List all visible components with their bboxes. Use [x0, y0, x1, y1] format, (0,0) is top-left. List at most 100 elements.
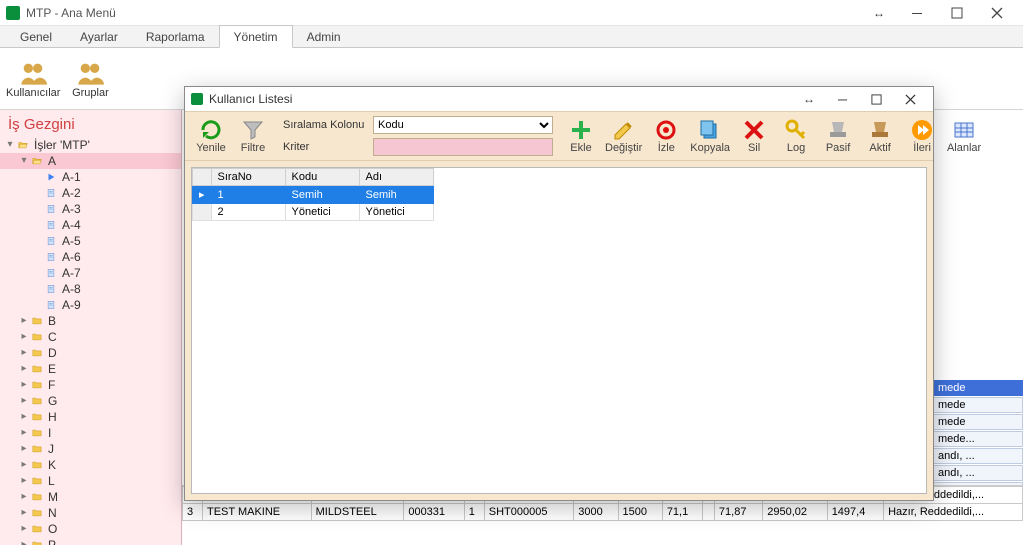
tree-expander[interactable]: ▸	[18, 537, 30, 545]
folder-icon	[30, 395, 44, 407]
folder-icon	[30, 475, 44, 487]
toolbar-ekle-button[interactable]: Ekle	[561, 116, 601, 156]
tree-letter-b[interactable]: ▸B	[0, 313, 181, 329]
tree-expander[interactable]: ▸	[18, 505, 30, 521]
menutab-admin[interactable]: Admin	[293, 26, 355, 47]
tree-expander[interactable]: ▸	[18, 345, 30, 361]
toolbar-log-button[interactable]: Log	[776, 116, 816, 156]
tree-item-a-2[interactable]: A-2	[0, 185, 181, 201]
tree-letter-h[interactable]: ▸H	[0, 409, 181, 425]
ribbon-kullanicilar-button[interactable]: Kullanıcılar	[6, 52, 60, 105]
menutab-ayarlar[interactable]: Ayarlar	[66, 26, 132, 47]
dialog-close-button[interactable]	[893, 88, 927, 110]
tree-expander[interactable]: ▸	[18, 489, 30, 505]
tree-letter-g[interactable]: ▸G	[0, 393, 181, 409]
maximize-button[interactable]	[937, 0, 977, 26]
tree-expander[interactable]: ▸	[18, 377, 30, 393]
tree-item-a-8[interactable]: A-8	[0, 281, 181, 297]
tree-expander[interactable]: ▸	[18, 521, 30, 537]
criteria-input[interactable]	[373, 138, 553, 156]
user-list-dialog: Kullanıcı Listesi ↔ Yenile Filtre Sıralam…	[184, 86, 934, 501]
tree-letter-m[interactable]: ▸M	[0, 489, 181, 505]
toolbar-aktif-button[interactable]: Aktif	[860, 116, 900, 156]
tree-item-a-7[interactable]: A-7	[0, 265, 181, 281]
tree-expander[interactable]: ▸	[18, 457, 30, 473]
tree-item-a-3[interactable]: A-3	[0, 201, 181, 217]
tree-letter-j[interactable]: ▸J	[0, 441, 181, 457]
tree-label: H	[48, 409, 57, 425]
tree-letter-o[interactable]: ▸O	[0, 521, 181, 537]
tree-letter-i[interactable]: ▸I	[0, 425, 181, 441]
minimize-button[interactable]	[897, 0, 937, 26]
menutab-yönetim[interactable]: Yönetim	[219, 25, 293, 48]
sort-column-select[interactable]: Kodu	[373, 116, 553, 134]
folder-icon	[30, 427, 44, 439]
menutab-genel[interactable]: Genel	[6, 26, 66, 47]
folder-icon	[30, 507, 44, 519]
tree-expander[interactable]: ▸	[18, 441, 30, 457]
toolbar-izle-button[interactable]: İzle	[646, 116, 686, 156]
tree-item-a-6[interactable]: A-6	[0, 249, 181, 265]
dialog-maximize-button[interactable]	[859, 88, 893, 110]
toolbar-filtre-button[interactable]: Filtre	[233, 116, 273, 156]
tree-letter-d[interactable]: ▸D	[0, 345, 181, 361]
toolbar-yenile-button[interactable]: Yenile	[191, 116, 231, 156]
tree-letter-n[interactable]: ▸N	[0, 505, 181, 521]
tree-letter-l[interactable]: ▸L	[0, 473, 181, 489]
tree-item-a-4[interactable]: A-4	[0, 217, 181, 233]
table-row[interactable]: 3TEST MAKINEMILDSTEEL0003311SHT000005300…	[183, 504, 1023, 521]
tree-expander[interactable]: ▸	[18, 409, 30, 425]
tree-label: L	[48, 473, 55, 489]
menutab-raporlama[interactable]: Raporlama	[132, 26, 219, 47]
tree-letter-p[interactable]: ▸P	[0, 537, 181, 545]
tree-letter-a[interactable]: ▾A	[0, 153, 181, 169]
table-row[interactable]: ▸1SemihSemih	[193, 186, 434, 204]
tree-item-a-5[interactable]: A-5	[0, 233, 181, 249]
tree-expander[interactable]: ▾	[4, 137, 16, 153]
job-tree[interactable]: ▾İşler 'MTP'▾AA-1A-2A-3A-4A-5A-6A-7A-8A-…	[0, 137, 181, 545]
status-chip-header: mede	[933, 380, 1023, 396]
toolbar-label: Yenile	[196, 142, 226, 154]
tree-expander[interactable]: ▸	[18, 473, 30, 489]
folder-icon	[30, 379, 44, 391]
toolbar-degistir-button[interactable]: Değiştir	[603, 116, 644, 156]
tree-expander[interactable]: ▸	[18, 393, 30, 409]
column-header[interactable]: Kodu	[285, 169, 359, 186]
tree-expander[interactable]: ▸	[18, 329, 30, 345]
table-row[interactable]: 2YöneticiYönetici	[193, 204, 434, 221]
status-chip: andı, ...	[933, 465, 1023, 481]
tree-expander[interactable]: ▾	[18, 153, 30, 169]
people-icon	[19, 59, 47, 87]
toolbar-ileri-button[interactable]: İleri	[902, 116, 942, 156]
close-button[interactable]	[977, 0, 1017, 26]
tree-item-a-9[interactable]: A-9	[0, 297, 181, 313]
toolbar-label: İleri	[913, 142, 931, 154]
tree-letter-e[interactable]: ▸E	[0, 361, 181, 377]
toolbar-label: Aktif	[869, 142, 890, 154]
tree-label: B	[48, 313, 56, 329]
tree-letter-c[interactable]: ▸C	[0, 329, 181, 345]
tree-expander[interactable]: ▸	[18, 425, 30, 441]
app-icon	[6, 6, 20, 20]
ribbon-gruplar-button[interactable]: Gruplar	[64, 52, 116, 105]
toolbar-alanlar-button[interactable]: Alanlar	[944, 116, 984, 156]
toolbar-sil-button[interactable]: Sil	[734, 116, 774, 156]
tree-item-a-1[interactable]: A-1	[0, 169, 181, 185]
dialog-minimize-button[interactable]	[825, 88, 859, 110]
toolbar-kopyala-button[interactable]: Kopyala	[688, 116, 732, 156]
toolbar-pasif-button[interactable]: Pasif	[818, 116, 858, 156]
tree-root[interactable]: ▾İşler 'MTP'	[0, 137, 181, 153]
column-header[interactable]: SıraNo	[211, 169, 285, 186]
dialog-titlebar[interactable]: Kullanıcı Listesi ↔	[185, 87, 933, 111]
dialog-filter-form: Sıralama Kolonu Kodu Kriter	[283, 116, 553, 156]
status-chip: andı, ...	[933, 448, 1023, 464]
eye-icon	[654, 118, 678, 142]
tree-expander[interactable]: ▸	[18, 313, 30, 329]
tree-letter-k[interactable]: ▸K	[0, 457, 181, 473]
tree-letter-f[interactable]: ▸F	[0, 377, 181, 393]
folder-icon	[30, 347, 44, 359]
sidebar: İş Gezgini ▾İşler 'MTP'▾AA-1A-2A-3A-4A-5…	[0, 110, 182, 545]
tree-expander[interactable]: ▸	[18, 361, 30, 377]
column-header[interactable]: Adı	[359, 169, 433, 186]
user-grid[interactable]: SıraNoKoduAdı▸1SemihSemih2YöneticiYöneti…	[191, 167, 927, 494]
